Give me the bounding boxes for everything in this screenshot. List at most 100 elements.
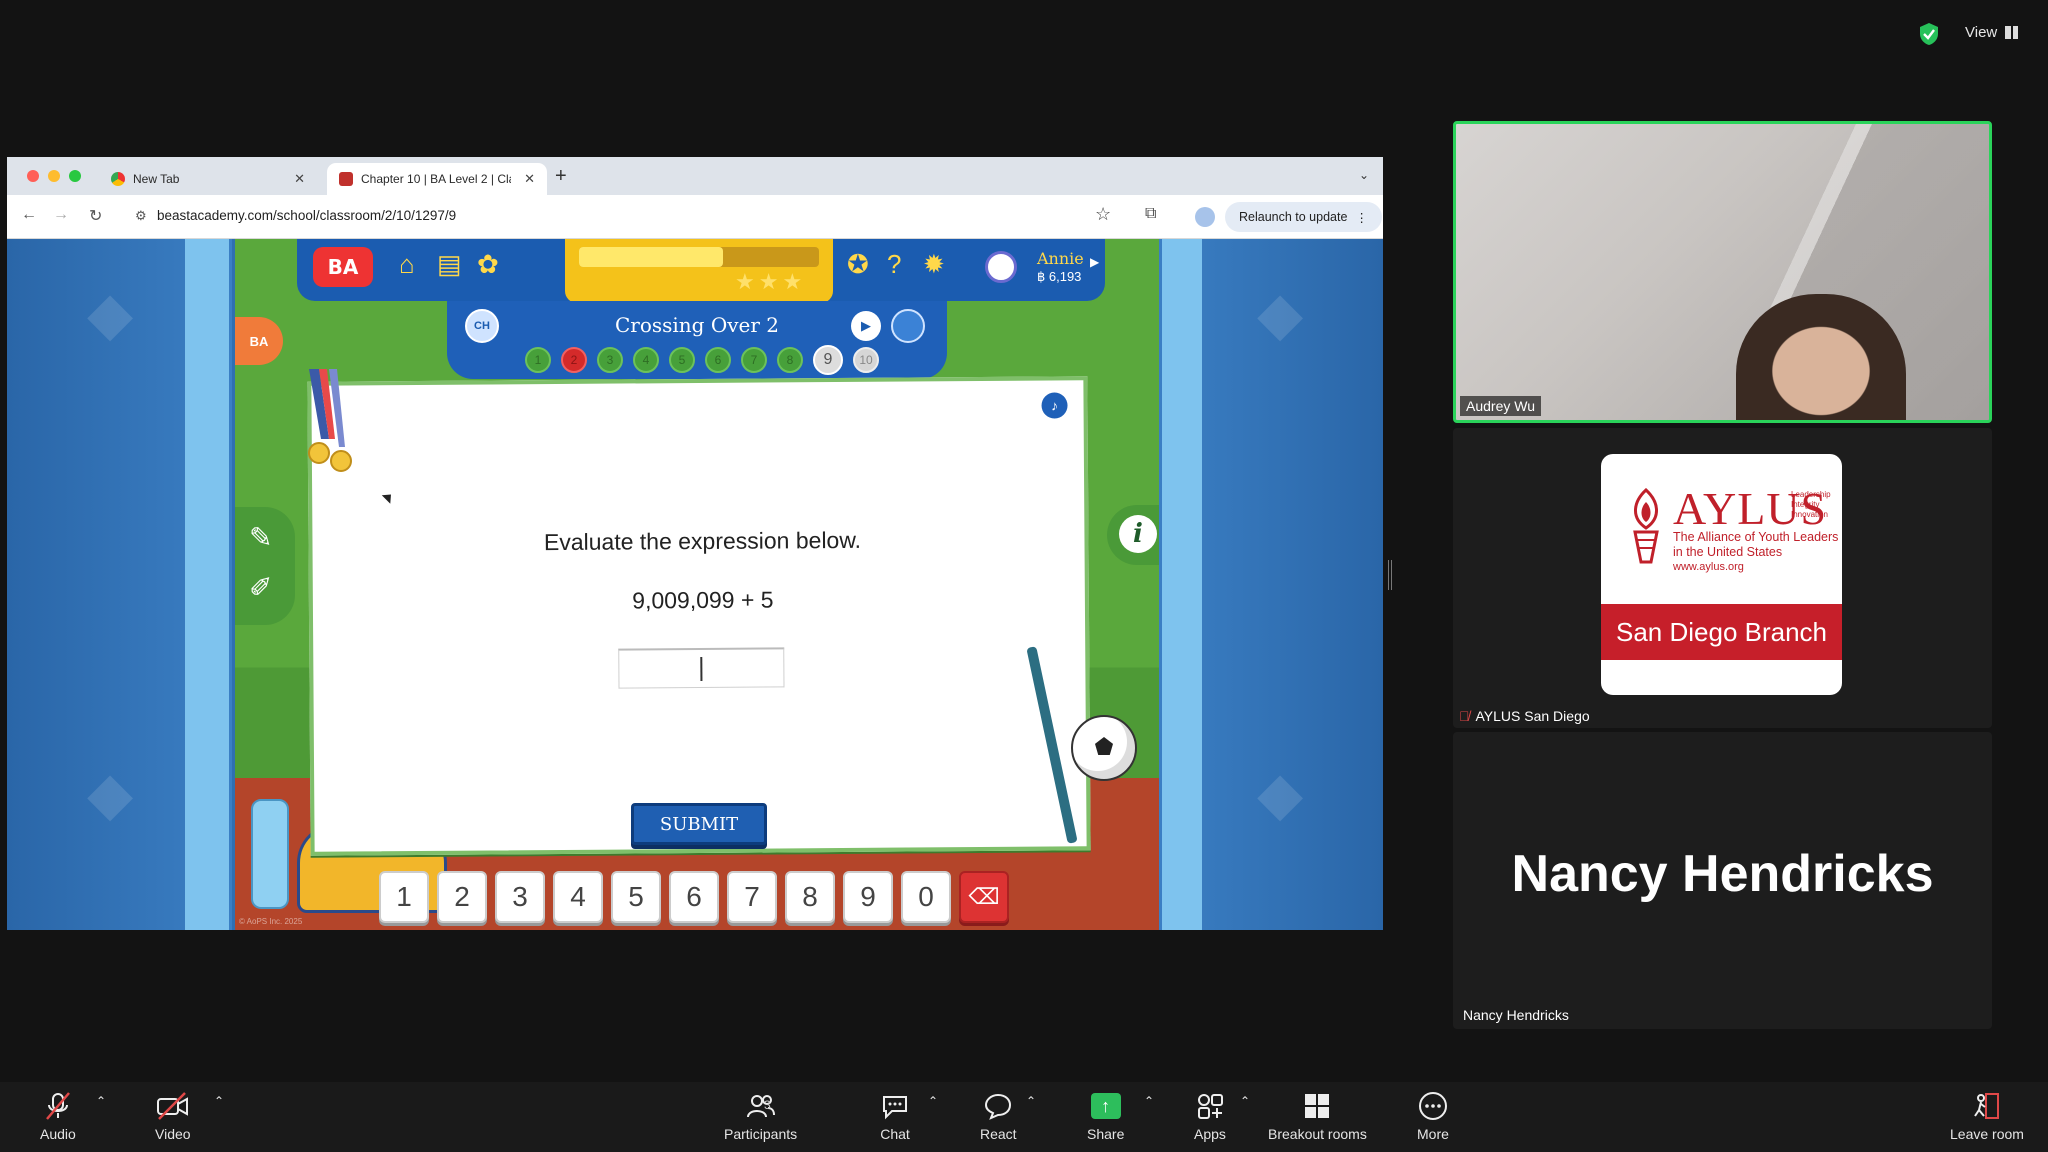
audio-label: Audio [40, 1126, 76, 1142]
share-label: Share [1087, 1126, 1125, 1142]
question-dot[interactable]: 6 [705, 347, 731, 373]
question-dot[interactable]: 2 [561, 347, 587, 373]
apps-label: Apps [1194, 1126, 1226, 1142]
key-7[interactable]: 7 [727, 871, 777, 923]
key-3[interactable]: 3 [495, 871, 545, 923]
react-options-caret-icon[interactable]: ⌃ [1026, 1094, 1036, 1108]
medal-icon [308, 369, 352, 472]
audio-options-caret-icon[interactable]: ⌃ [96, 1094, 106, 1108]
practice-icon[interactable]: ✿ [477, 249, 499, 280]
question-progress: 1 2 3 4 5 6 7 8 9 10 [525, 345, 879, 375]
forward-icon[interactable]: → [53, 206, 69, 224]
question-dot[interactable]: 4 [633, 347, 659, 373]
answer-input[interactable] [618, 647, 785, 689]
submit-button[interactable]: SUBMIT [631, 803, 767, 845]
progress-panel: ★★★ [565, 239, 833, 303]
breakout-rooms-icon [1302, 1090, 1332, 1122]
question-expression: 9,009,099 + 5 [632, 586, 774, 614]
eraser-icon[interactable]: ✐ [249, 571, 281, 603]
arrow-decoration-icon: ◆ [1257, 760, 1304, 827]
key-6[interactable]: 6 [669, 871, 719, 923]
extensions-icon[interactable]: ⧉ [1145, 205, 1156, 223]
key-2[interactable]: 2 [437, 871, 487, 923]
leave-room-button[interactable]: Leave room [1950, 1090, 2024, 1142]
zoom-window-button[interactable] [69, 170, 81, 182]
video-tile-audrey[interactable]: Audrey Wu [1453, 121, 1992, 423]
key-8[interactable]: 8 [785, 871, 835, 923]
home-icon[interactable]: ⌂ [399, 249, 415, 280]
panel-resize-handle[interactable] [1388, 560, 1392, 590]
share-button[interactable]: ↑ Share [1087, 1090, 1124, 1142]
profile-avatar[interactable] [1195, 207, 1215, 227]
ba-logo-button[interactable]: BA [313, 247, 373, 287]
tab-chapter-10[interactable]: Chapter 10 | BA Level 2 | Clas ✕ [327, 163, 547, 195]
more-menu-icon[interactable]: ⋮ [1355, 210, 1368, 225]
tab-search-icon[interactable]: ⌄ [1359, 168, 1369, 182]
site-settings-icon[interactable]: ⚙ [135, 208, 147, 224]
lesson-book-icon[interactable] [891, 309, 925, 343]
bookmark-star-icon[interactable]: ☆ [1095, 204, 1111, 225]
achievements-icon[interactable]: ✪ [847, 249, 869, 280]
user-menu-arrow-icon[interactable]: ▶ [1090, 255, 1099, 269]
new-tab-icon[interactable]: + [555, 165, 567, 188]
more-button[interactable]: More [1417, 1090, 1449, 1142]
key-1[interactable]: 1 [379, 871, 429, 923]
play-video-icon[interactable]: ▶ [851, 311, 881, 341]
participants-count: 3 [764, 1098, 771, 1112]
key-5[interactable]: 5 [611, 871, 661, 923]
chat-options-caret-icon[interactable]: ⌃ [928, 1094, 938, 1108]
info-button[interactable]: i [1107, 505, 1159, 565]
question-dot[interactable]: 10 [853, 347, 879, 373]
leave-room-icon [1972, 1090, 2002, 1122]
relaunch-button[interactable]: Relaunch to update ⋮ [1225, 202, 1382, 232]
help-icon[interactable]: ? [887, 249, 901, 280]
backspace-key-icon[interactable]: ⌫ [959, 871, 1009, 923]
pencil-icon[interactable]: ✎ [249, 521, 281, 553]
security-shield-icon[interactable] [1918, 22, 1940, 46]
share-options-caret-icon[interactable]: ⌃ [1144, 1094, 1154, 1108]
apps-button[interactable]: Apps [1194, 1090, 1226, 1142]
question-dot[interactable]: 3 [597, 347, 623, 373]
back-icon[interactable]: ← [21, 206, 37, 224]
reload-icon[interactable]: ↻ [89, 206, 102, 226]
view-button[interactable]: View [1965, 24, 2019, 41]
leave-room-label: Leave room [1950, 1126, 2024, 1142]
guide-book-icon[interactable]: ▤ [437, 249, 462, 280]
close-window-button[interactable] [27, 170, 39, 182]
question-dot[interactable]: 7 [741, 347, 767, 373]
video-tile-aylus[interactable]: AYLUS Leadership Integrity Innovation Th… [1453, 428, 1992, 728]
settings-gear-icon[interactable]: ✹ [923, 249, 945, 280]
ba-side-logo-icon[interactable]: BA [235, 317, 283, 365]
question-dot[interactable]: 1 [525, 347, 551, 373]
chrome-icon [111, 172, 125, 186]
user-avatar[interactable] [985, 251, 1017, 283]
video-button[interactable]: Video [155, 1090, 191, 1142]
more-label: More [1417, 1126, 1449, 1142]
minimize-window-button[interactable] [48, 170, 60, 182]
key-4[interactable]: 4 [553, 871, 603, 923]
chat-button[interactable]: Chat [880, 1090, 910, 1142]
speaker-icon[interactable]: ♪ [1041, 392, 1068, 419]
progress-bar [579, 247, 723, 267]
question-dot[interactable]: 5 [669, 347, 695, 373]
audio-button[interactable]: Audio [40, 1090, 76, 1142]
question-dot-current[interactable]: 9 [813, 345, 843, 375]
participants-icon [746, 1090, 776, 1122]
key-9[interactable]: 9 [843, 871, 893, 923]
chat-label: Chat [880, 1126, 910, 1142]
video-options-caret-icon[interactable]: ⌃ [214, 1094, 224, 1108]
game-nav-bar: BA ⌂ ▤ ✿ ★★★ ✪ ? ✹ Annie ฿ 6,193 ▶ [297, 239, 1105, 303]
user-name[interactable]: Annie [1037, 249, 1084, 268]
close-tab-icon[interactable]: ✕ [524, 171, 535, 187]
lesson-bar: CH Crossing Over 2 ▶ 1 2 3 4 5 6 7 8 9 1… [447, 301, 947, 379]
tab-new-tab[interactable]: New Tab ✕ [99, 163, 317, 195]
breakout-rooms-button[interactable]: Breakout rooms [1268, 1090, 1367, 1142]
key-0[interactable]: 0 [901, 871, 951, 923]
url-field[interactable]: beastacademy.com/school/classroom/2/10/1… [157, 208, 456, 223]
question-dot[interactable]: 8 [777, 347, 803, 373]
participants-button[interactable]: Participants 3 [724, 1090, 797, 1142]
react-button[interactable]: React [980, 1090, 1017, 1142]
apps-options-caret-icon[interactable]: ⌃ [1240, 1094, 1250, 1108]
close-tab-icon[interactable]: ✕ [294, 171, 305, 187]
video-tile-nancy[interactable]: Nancy Hendricks Nancy Hendricks [1453, 732, 1992, 1029]
